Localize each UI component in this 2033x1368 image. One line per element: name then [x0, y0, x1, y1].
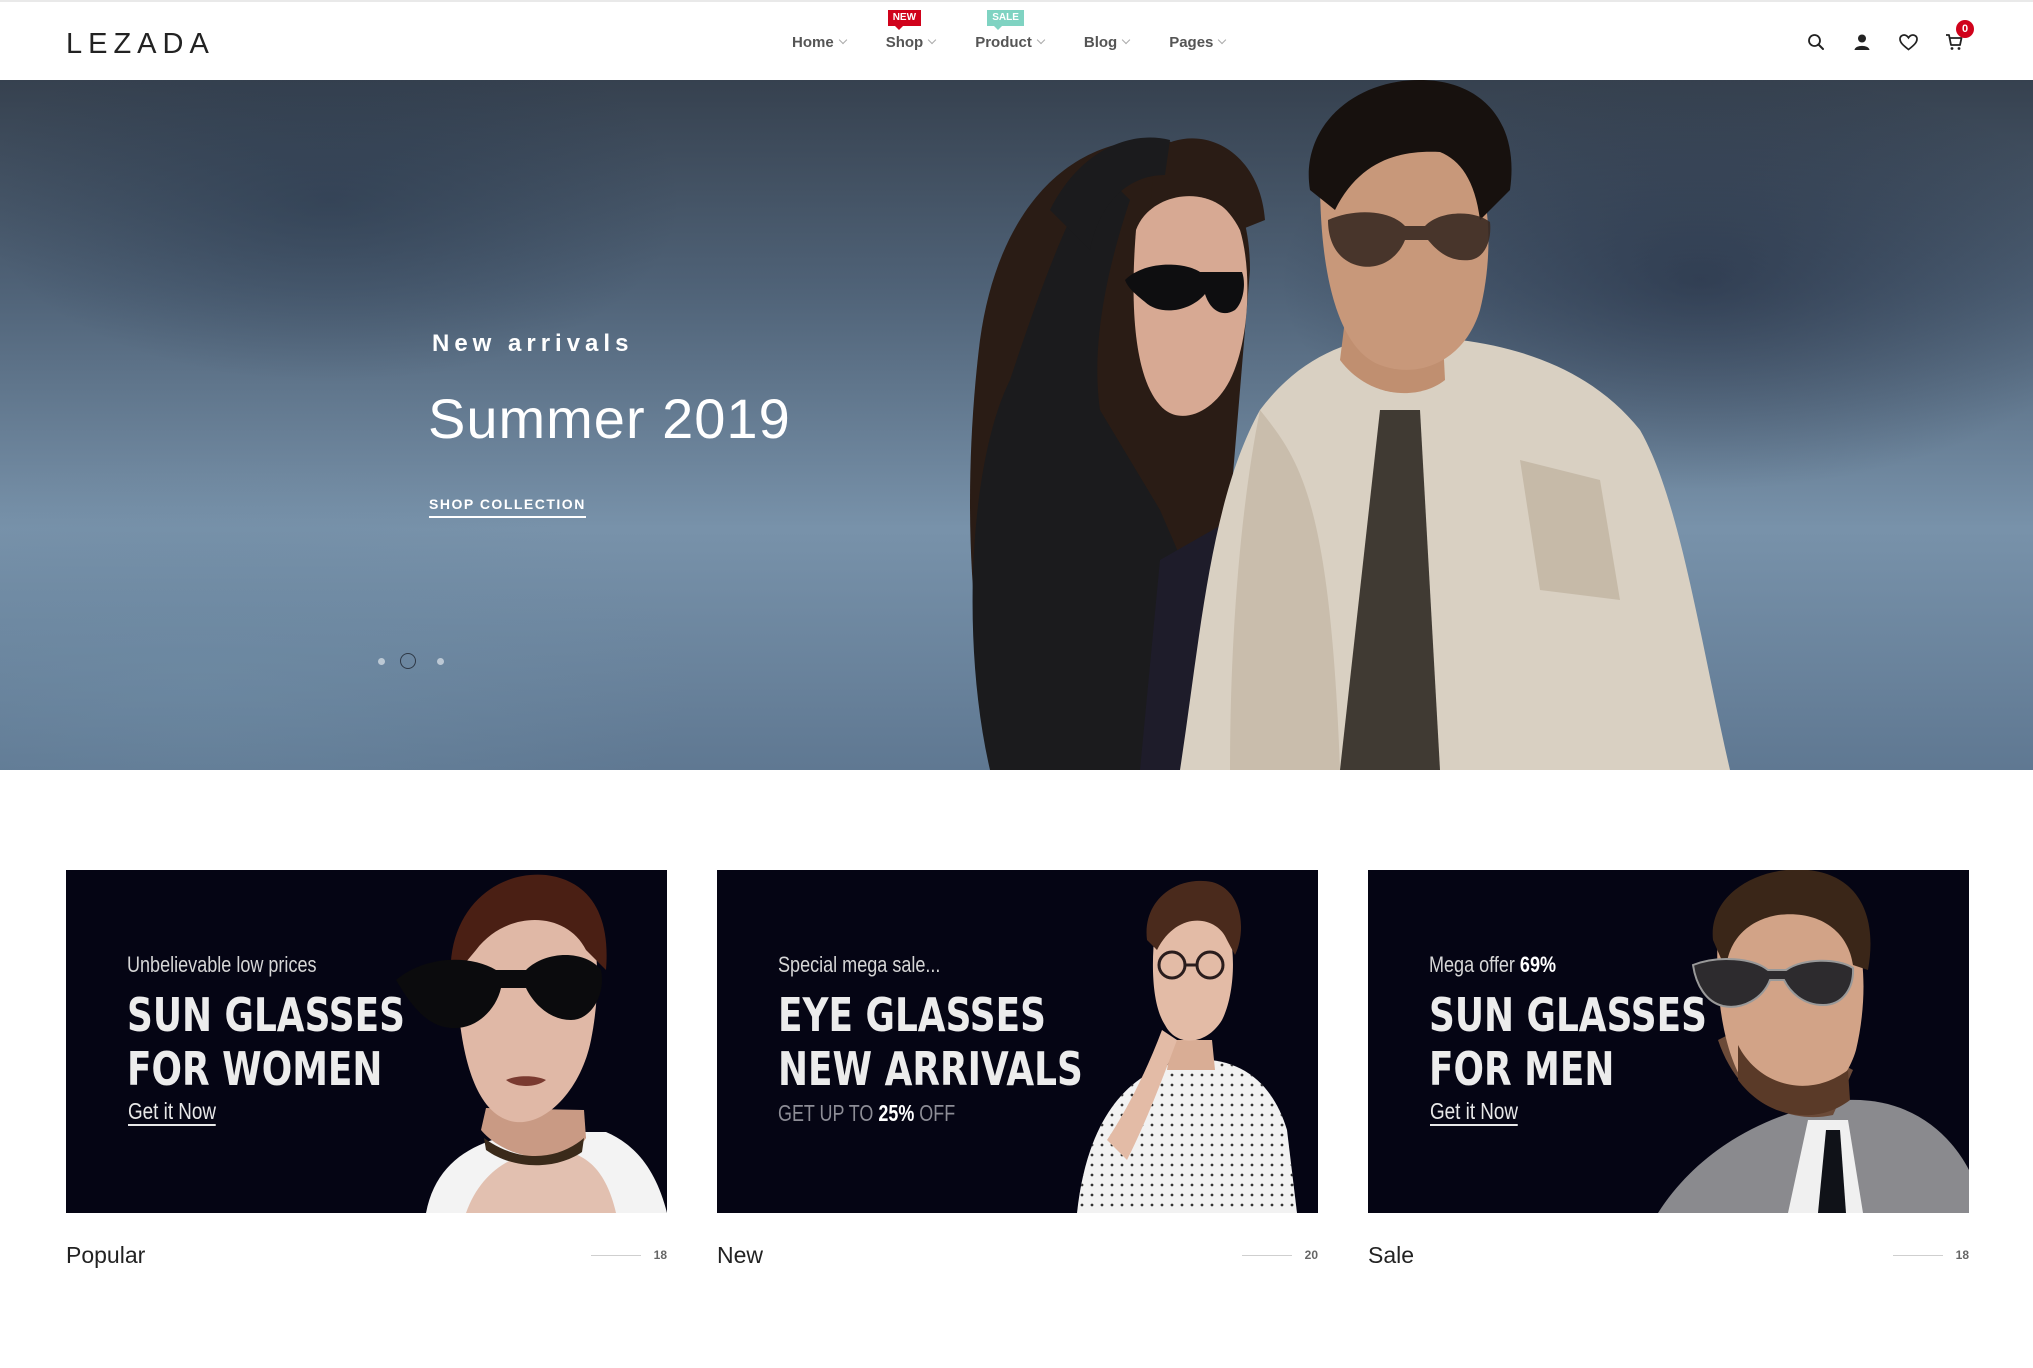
hero-image [970, 80, 1730, 770]
header-actions: 0 [1781, 2, 1974, 82]
main-nav: Home NEW Shop SALE Product Blog Pages [792, 2, 1265, 82]
banner-headline: SUN GLASSES FOR WOMEN [127, 988, 405, 1096]
hero-title: Summer 2019 [428, 387, 791, 450]
banner-kicker-text: Unbelievable low prices [127, 952, 317, 977]
banner-headline-line2: FOR MEN [1429, 1042, 1615, 1096]
banner-sunglasses-men[interactable]: Mega offer 69% SUN GLASSES FOR MEN Get i… [1368, 870, 1969, 1213]
banner-headline-line1: SUN GLASSES [127, 988, 406, 1042]
nav-item-product[interactable]: SALE Product [975, 2, 1046, 82]
site-logo[interactable]: LEZADA [66, 28, 215, 61]
banner-kicker: Unbelievable low prices [127, 952, 317, 978]
cart-icon[interactable]: 0 [1943, 20, 1974, 53]
chevron-down-icon [1036, 35, 1046, 45]
get-it-now-link[interactable]: Get it Now [1430, 1098, 1519, 1126]
banner-headline-line2: FOR WOMEN [127, 1042, 383, 1096]
banner-headline-line2: NEW ARRIVALS [778, 1042, 1083, 1096]
banner-eyeglasses[interactable]: Special mega sale... EYE GLASSES NEW ARR… [717, 870, 1318, 1213]
category-count: 18 [653, 1248, 667, 1262]
nav-item-home[interactable]: Home [792, 2, 847, 82]
cart-count-badge: 0 [1956, 20, 1974, 38]
category-count: 20 [1304, 1248, 1318, 1262]
hero-slider: New arrivals Summer 2019 SHOP COLLECTION [0, 80, 2033, 770]
banner-kicker-highlight: 69% [1519, 952, 1557, 977]
category-name[interactable]: Popular [66, 1242, 145, 1269]
chevron-down-icon [838, 35, 847, 45]
nav-item-label: Product [975, 33, 1032, 51]
divider [1893, 1255, 1943, 1256]
category-sale: Sale 18 [1368, 1240, 1969, 1274]
banner-discount-value: 25% [878, 1100, 915, 1126]
banner-model-image [1077, 880, 1297, 1213]
banner-headline: SUN GLASSES FOR MEN [1429, 988, 1707, 1096]
heart-icon[interactable] [1897, 31, 1919, 53]
nav-item-shop[interactable]: NEW Shop [885, 2, 937, 82]
banner-discount: GET UP TO 25% OFF [778, 1100, 955, 1127]
get-it-now-link[interactable]: Get it Now [128, 1098, 217, 1126]
chevron-down-icon [1218, 35, 1227, 45]
category-name[interactable]: Sale [1368, 1242, 1414, 1269]
banner-kicker: Special mega sale... [778, 952, 940, 978]
banner-kicker-text: Special mega sale... [778, 952, 941, 977]
banner-discount-post: OFF [914, 1100, 956, 1126]
banner-kicker-text: Mega offer [1429, 952, 1520, 977]
nav-item-pages[interactable]: Pages [1169, 2, 1227, 82]
banner-kicker: Mega offer 69% [1429, 952, 1556, 978]
category-name[interactable]: New [717, 1242, 763, 1269]
banner-headline-line1: SUN GLASSES [1429, 988, 1708, 1042]
new-badge: NEW [887, 10, 922, 30]
nav-item-label: Blog [1083, 33, 1118, 51]
slider-dot-active[interactable] [400, 653, 416, 669]
divider [591, 1255, 641, 1256]
user-icon[interactable] [1851, 31, 1873, 53]
chevron-down-icon [1121, 35, 1131, 45]
slider-dot[interactable] [437, 657, 444, 665]
site-header: LEZADA Home NEW Shop SALE Product Blog P… [0, 0, 2033, 80]
category-new: New 20 [717, 1240, 1318, 1274]
slider-dot[interactable] [378, 657, 385, 665]
category-count: 18 [1955, 1248, 1969, 1262]
banner-discount-pre: GET UP TO [778, 1100, 879, 1126]
banner-headline: EYE GLASSES NEW ARRIVALS [778, 988, 1083, 1096]
shop-collection-link[interactable]: SHOP COLLECTION [429, 496, 586, 518]
hero-eyebrow: New arrivals [432, 330, 634, 357]
slider-pagination [378, 653, 465, 669]
banner-sunglasses-women[interactable]: Unbelievable low prices SUN GLASSES FOR … [66, 870, 667, 1213]
sale-badge: SALE [987, 10, 1024, 30]
nav-item-label: Shop [885, 33, 924, 51]
nav-item-label: Pages [1169, 33, 1214, 51]
chevron-down-icon [927, 35, 937, 45]
category-popular: Popular 18 [66, 1240, 667, 1274]
search-icon[interactable] [1805, 31, 1827, 53]
banner-model-image [396, 874, 667, 1213]
divider [1242, 1255, 1292, 1256]
nav-item-label: Home [792, 33, 834, 51]
banner-headline-line1: EYE GLASSES [778, 988, 1047, 1042]
nav-item-blog[interactable]: Blog [1083, 2, 1131, 82]
